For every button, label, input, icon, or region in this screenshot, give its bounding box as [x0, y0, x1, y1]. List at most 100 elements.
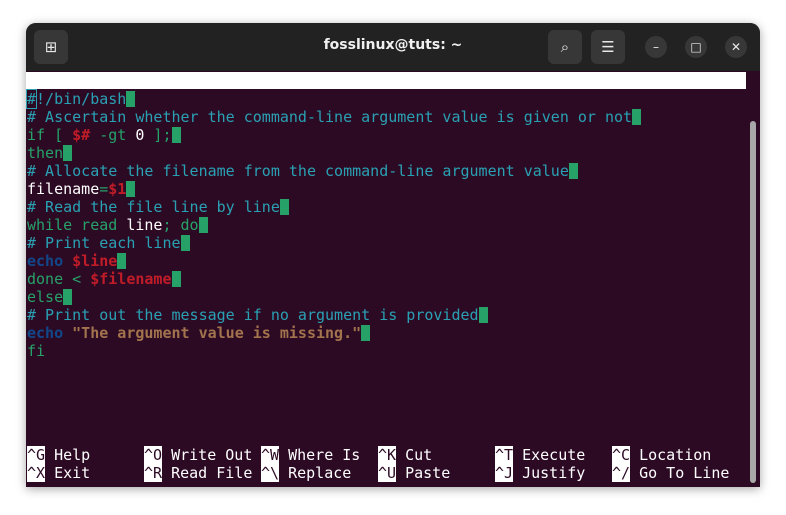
shortcut-item[interactable]: ^/ Go To Line	[612, 464, 729, 482]
code-line: while read line; do	[27, 216, 208, 234]
search-icon: ⌕	[560, 38, 570, 56]
shortcut-key: ^K	[378, 446, 397, 464]
code-token: "The argument value is missing."	[72, 324, 362, 342]
shortcut-key: ^\	[261, 464, 280, 482]
trailing-whitespace-marker	[63, 145, 73, 161]
shortcut-label: Location	[630, 446, 712, 464]
code-token: then	[27, 144, 64, 162]
nano-header-bar: GNU nano 6.2 fosslinux.sh	[26, 72, 746, 123]
code-token: # Ascertain whether the command-line arg…	[27, 108, 633, 126]
trailing-whitespace-marker	[171, 271, 181, 287]
code-line: then	[27, 144, 73, 162]
code-token: $#	[72, 126, 91, 144]
shortcut-label: Paste	[396, 464, 451, 482]
scrollbar[interactable]	[750, 121, 756, 483]
shortcut-key: ^R	[144, 464, 163, 482]
terminal-window: ⊞ fosslinux@tuts: ~ ⌕ ☰ – □ ✕ GNU nano 6…	[26, 23, 760, 487]
shortcut-item[interactable]: ^J Justify	[495, 464, 585, 482]
code-token: ; do	[162, 216, 199, 234]
code-line: else	[27, 288, 73, 306]
code-token: line	[126, 216, 163, 234]
shortcut-item[interactable]: ^T Execute	[495, 446, 585, 464]
shortcut-key: ^U	[378, 464, 397, 482]
code-token: =	[99, 180, 109, 198]
code-token: if [	[27, 126, 73, 144]
minimize-button[interactable]: –	[645, 36, 667, 58]
trailing-whitespace-marker	[568, 163, 578, 179]
code-token: else	[27, 288, 64, 306]
shortcut-key: ^/	[612, 464, 631, 482]
shortcut-item[interactable]: ^U Paste	[378, 464, 450, 482]
shortcut-item[interactable]: ^X Exit	[27, 464, 90, 482]
menu-button[interactable]: ☰	[591, 30, 625, 64]
shortcut-label: Help	[45, 446, 91, 464]
code-line: #!/bin/bash	[26, 89, 136, 109]
shortcut-item[interactable]: ^W Where Is	[261, 446, 360, 464]
code-token: #	[26, 89, 38, 109]
shortcut-item[interactable]: ^O Write Out	[144, 446, 252, 464]
code-line: # Ascertain whether the command-line arg…	[27, 108, 642, 126]
code-token: -gt	[90, 126, 136, 144]
shortcut-key: ^C	[612, 446, 631, 464]
shortcut-key: ^W	[261, 446, 280, 464]
code-token: # Print out the message if no argument i…	[27, 306, 479, 324]
code-line: fi	[27, 342, 45, 360]
trailing-whitespace-marker	[279, 199, 289, 215]
shortcut-key: ^J	[495, 464, 514, 482]
shortcut-label: Cut	[396, 446, 433, 464]
trailing-whitespace-marker	[361, 325, 371, 341]
code-token: filename	[27, 180, 100, 198]
shortcut-item[interactable]: ^K Cut	[378, 446, 432, 464]
code-line: # Read the file line by line	[27, 198, 289, 216]
code-token: fi	[27, 342, 46, 360]
code-token: $filename	[90, 270, 172, 288]
code-token: echo	[27, 252, 73, 270]
code-token: ];	[144, 126, 172, 144]
shortcut-label: Write Out	[162, 446, 253, 464]
shortcut-key: ^G	[27, 446, 46, 464]
code-line: if [ $# -gt 0 ];	[27, 126, 181, 144]
code-line: # Print each line	[27, 234, 190, 252]
terminal-area[interactable]: GNU nano 6.2 fosslinux.sh #!/bin/bash # A…	[26, 71, 760, 487]
code-line: done < $filename	[27, 270, 181, 288]
code-line: # Print out the message if no argument i…	[27, 306, 488, 324]
code-token: done <	[27, 270, 91, 288]
code-token: # Read the file line by line	[27, 198, 280, 216]
code-line: echo $line	[27, 252, 127, 270]
shortcut-label: Where Is	[279, 446, 361, 464]
code-token: $1	[108, 180, 127, 198]
trailing-whitespace-marker	[126, 181, 136, 197]
shortcut-item[interactable]: ^C Location	[612, 446, 711, 464]
close-icon: ✕	[730, 40, 742, 54]
shortcut-label: Replace	[279, 464, 352, 482]
shortcut-key: ^X	[27, 464, 46, 482]
code-line: # Allocate the filename from the command…	[27, 162, 578, 180]
shortcut-item[interactable]: ^G Help	[27, 446, 90, 464]
trailing-whitespace-marker	[180, 235, 190, 251]
shortcut-key: ^O	[144, 446, 163, 464]
shortcut-label: Go To Line	[630, 464, 730, 482]
shortcut-item[interactable]: ^\ Replace	[261, 464, 351, 482]
maximize-button[interactable]: □	[685, 36, 707, 58]
trailing-whitespace-marker	[171, 127, 181, 143]
code-token: echo	[27, 324, 73, 342]
trailing-whitespace-marker	[632, 109, 642, 125]
code-token: # Print each line	[27, 234, 181, 252]
trailing-whitespace-marker	[63, 289, 73, 305]
shortcut-item[interactable]: ^R Read File	[144, 464, 252, 482]
title-bar: ⊞ fosslinux@tuts: ~ ⌕ ☰ – □ ✕	[26, 23, 760, 71]
shortcut-label: Exit	[45, 464, 91, 482]
trailing-whitespace-marker	[126, 91, 136, 107]
close-button[interactable]: ✕	[725, 36, 747, 58]
trailing-whitespace-marker	[198, 217, 208, 233]
code-token: !/bin/bash	[36, 90, 127, 108]
minimize-icon: –	[653, 40, 659, 54]
code-line: echo "The argument value is missing."	[27, 324, 371, 342]
shortcut-label: Execute	[513, 446, 586, 464]
code-token: # Allocate the filename from the command…	[27, 162, 569, 180]
shortcut-label: Justify	[513, 464, 586, 482]
code-line: filename=$1	[27, 180, 136, 198]
shortcut-label: Read File	[162, 464, 253, 482]
code-token: $line	[72, 252, 118, 270]
search-button[interactable]: ⌕	[548, 30, 582, 64]
